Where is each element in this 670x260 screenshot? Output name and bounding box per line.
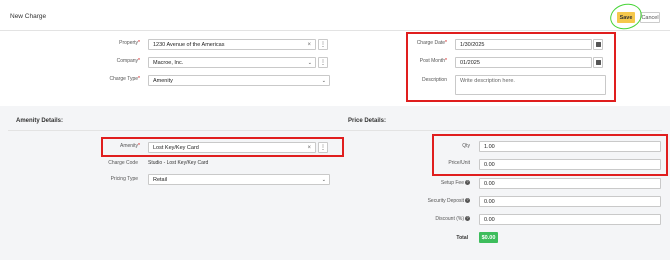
- cancel-button[interactable]: Cancel: [640, 12, 660, 23]
- section-divider: [8, 130, 662, 131]
- discount-label: Discount (%)?: [435, 216, 470, 222]
- property-more-icon[interactable]: ⋮: [318, 39, 328, 50]
- chevron-down-icon[interactable]: ⌄: [322, 76, 326, 86]
- company-select[interactable]: Macroe, Inc. ⌄: [148, 57, 316, 68]
- company-label: Company*: [116, 58, 140, 64]
- help-icon[interactable]: ?: [465, 180, 470, 186]
- setup-fee-label: Setup Fee?: [440, 180, 470, 186]
- total-value-badge: $0.00: [479, 232, 498, 243]
- header-divider: [0, 30, 670, 31]
- price-details-title: Price Details:: [348, 118, 387, 124]
- clear-icon[interactable]: ×: [307, 40, 311, 50]
- page-title: New Charge: [10, 13, 47, 20]
- pricing-type-select[interactable]: Retail ⌄: [148, 174, 330, 185]
- discount-input[interactable]: 0.00: [479, 214, 661, 225]
- charge-code-value: Studio - Lost Key/Key Card: [148, 160, 209, 166]
- security-deposit-label: Security Deposit?: [427, 198, 470, 204]
- amenity-details-title: Amenity Details:: [16, 118, 64, 124]
- chevron-down-icon[interactable]: ⌄: [322, 175, 326, 185]
- amenity-annotation: [101, 137, 344, 157]
- total-label: Total: [456, 235, 468, 241]
- date-fields-annotation: [406, 32, 616, 102]
- charge-type-label: Charge Type*: [109, 76, 141, 82]
- price-annotation: [432, 134, 668, 176]
- charge-code-label: Charge Code: [108, 160, 138, 166]
- charge-type-select[interactable]: Amenity ⌄: [148, 75, 330, 86]
- company-more-icon[interactable]: ⋮: [318, 57, 328, 68]
- security-deposit-input[interactable]: 0.00: [479, 196, 661, 207]
- help-icon[interactable]: ?: [465, 198, 470, 204]
- setup-fee-input[interactable]: 0.00: [479, 178, 661, 189]
- chevron-down-icon[interactable]: ⌄: [308, 58, 312, 68]
- help-icon[interactable]: ?: [465, 216, 470, 222]
- property-select[interactable]: 1230 Avenue of the Americas ×: [148, 39, 316, 50]
- save-highlight-annotation: [607, 0, 645, 33]
- property-label: Property*: [119, 40, 140, 46]
- pricing-type-label: Pricing Type: [110, 176, 138, 182]
